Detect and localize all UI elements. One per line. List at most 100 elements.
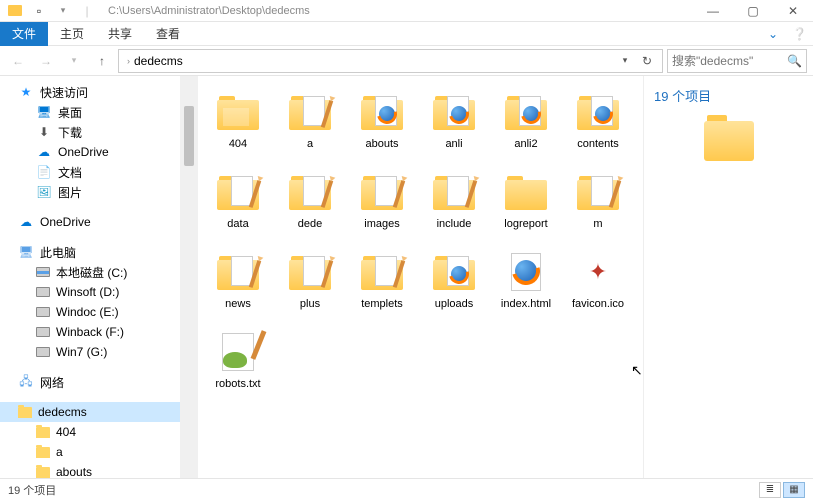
- sidebar-item-label: 404: [56, 425, 76, 439]
- folder-item[interactable]: uploads: [420, 246, 488, 326]
- folder-icon: [36, 467, 50, 478]
- sidebar-this-pc[interactable]: 🖥此电脑: [0, 242, 180, 262]
- sidebar-scrollbar[interactable]: [180, 76, 198, 478]
- folder-item[interactable]: a: [276, 86, 344, 166]
- help-icon[interactable]: ❔: [786, 27, 813, 41]
- drive-icon: [36, 307, 50, 317]
- item-label: contents: [577, 138, 619, 150]
- sidebar-drive-item[interactable]: Winsoft (D:): [0, 282, 180, 302]
- doc-icon: 📄: [36, 164, 52, 180]
- view-details-button[interactable]: ≣: [759, 482, 781, 498]
- folder-item[interactable]: logreport: [492, 166, 560, 246]
- sidebar-quick-item[interactable]: 🖥 桌面: [0, 102, 180, 122]
- chevron-right-icon[interactable]: ›: [127, 56, 130, 66]
- address-bar[interactable]: › dedecms ▾ ↻: [118, 49, 663, 73]
- folder-item[interactable]: dede: [276, 166, 344, 246]
- item-label: news: [225, 298, 251, 310]
- close-button[interactable]: ✕: [773, 0, 813, 22]
- sidebar-item-label: Winsoft (D:): [56, 285, 119, 299]
- content-pane[interactable]: 404 a abouts anli anli2 contents datadede image…: [198, 76, 813, 478]
- folder-item[interactable]: anli2: [492, 86, 560, 166]
- recent-dropdown-icon[interactable]: ▾: [62, 49, 86, 73]
- sidebar-item-label: 桌面: [58, 104, 82, 121]
- sidebar-quick-item[interactable]: ☁OneDrive: [0, 142, 180, 162]
- item-label: templets: [361, 298, 403, 310]
- folder-item[interactable]: contents: [564, 86, 632, 166]
- desk-icon: 🖥: [36, 104, 52, 120]
- refresh-button[interactable]: ↻: [636, 50, 658, 72]
- item-label: anli2: [514, 138, 537, 150]
- sidebar-tree-item[interactable]: 404: [0, 422, 180, 442]
- cloud-icon: ☁: [18, 214, 34, 230]
- item-label: logreport: [504, 218, 547, 230]
- sidebar-tree-root[interactable]: dedecms: [0, 402, 180, 422]
- folder-item[interactable]: m: [564, 166, 632, 246]
- qat-dropdown-icon[interactable]: ▾: [52, 2, 74, 20]
- folder-item[interactable]: news: [204, 246, 272, 326]
- file-item[interactable]: robots.txt: [204, 326, 272, 406]
- sidebar-quick-item[interactable]: ⬇下载: [0, 122, 180, 142]
- forward-button[interactable]: →: [34, 49, 58, 73]
- tab-file[interactable]: 文件: [0, 22, 48, 46]
- title-bar: ▫ ▾ | C:\Users\Administrator\Desktop\ded…: [0, 0, 813, 22]
- folder-icon: [36, 427, 50, 438]
- item-label: favicon.ico: [572, 298, 624, 310]
- breadcrumb-current[interactable]: dedecms: [134, 54, 183, 68]
- search-box[interactable]: 🔍: [667, 49, 807, 73]
- folder-item[interactable]: include: [420, 166, 488, 246]
- sidebar-onedrive[interactable]: ☁OneDrive: [0, 212, 180, 232]
- sidebar-item-label: 快速访问: [40, 84, 88, 101]
- item-label: images: [364, 218, 399, 230]
- drive-icon: [36, 267, 50, 277]
- tab-home[interactable]: 主页: [48, 22, 96, 46]
- folder-item[interactable]: images: [348, 166, 416, 246]
- tab-share[interactable]: 共享: [96, 22, 144, 46]
- sidebar-tree-item[interactable]: a: [0, 442, 180, 462]
- qat-separator: |: [76, 2, 98, 20]
- drive-icon: [36, 327, 50, 337]
- search-icon[interactable]: 🔍: [787, 54, 802, 68]
- folder-item[interactable]: abouts: [348, 86, 416, 166]
- search-input[interactable]: [672, 54, 787, 68]
- ribbon-expand-icon[interactable]: ⌄: [760, 27, 786, 41]
- folder-item[interactable]: plus: [276, 246, 344, 326]
- sidebar-quick-access[interactable]: ★快速访问: [0, 82, 180, 102]
- file-item[interactable]: ✦favicon.ico: [564, 246, 632, 326]
- folder-item[interactable]: data: [204, 166, 272, 246]
- folder-icon[interactable]: [4, 2, 26, 20]
- sidebar-quick-item[interactable]: 🖼图片: [0, 182, 180, 202]
- pc-icon: 🖥: [18, 244, 34, 260]
- drive-icon: [36, 347, 50, 357]
- sidebar-quick-item[interactable]: 📄文档: [0, 162, 180, 182]
- view-icons-button[interactable]: ▦: [783, 482, 805, 498]
- status-text: 19 个项目: [8, 482, 56, 498]
- folder-item[interactable]: anli: [420, 86, 488, 166]
- minimize-button[interactable]: —: [693, 0, 733, 22]
- file-item[interactable]: index.html: [492, 246, 560, 326]
- sidebar-network[interactable]: 🖧网络: [0, 372, 180, 392]
- status-bar: 19 个项目 ≣ ▦: [0, 478, 813, 500]
- sidebar-drive-item[interactable]: Windoc (E:): [0, 302, 180, 322]
- sidebar-drive-item[interactable]: Win7 (G:): [0, 342, 180, 362]
- navigation-pane[interactable]: ★快速访问 🖥桌面⬇下载☁OneDrive📄文档🖼图片 ☁OneDrive 🖥此…: [0, 76, 180, 478]
- navigation-bar: ← → ▾ ↑ › dedecms ▾ ↻ 🔍: [0, 46, 813, 76]
- item-label: anli: [445, 138, 462, 150]
- item-label: a: [307, 138, 313, 150]
- folder-item[interactable]: 404: [204, 86, 272, 166]
- pic-icon: 🖼: [36, 184, 52, 200]
- sidebar-item-label: abouts: [56, 465, 92, 478]
- folder-item[interactable]: templets: [348, 246, 416, 326]
- tab-view[interactable]: 查看: [144, 22, 192, 46]
- window-title-path: C:\Users\Administrator\Desktop\dedecms: [102, 5, 693, 17]
- sidebar-drive-item[interactable]: 本地磁盘 (C:): [0, 262, 180, 282]
- sidebar-tree-item[interactable]: abouts: [0, 462, 180, 478]
- address-dropdown-icon[interactable]: ▾: [614, 50, 636, 72]
- scrollbar-thumb[interactable]: [184, 106, 194, 166]
- maximize-button[interactable]: ▢: [733, 0, 773, 22]
- back-button[interactable]: ←: [6, 49, 30, 73]
- main-area: ★快速访问 🖥桌面⬇下载☁OneDrive📄文档🖼图片 ☁OneDrive 🖥此…: [0, 76, 813, 478]
- properties-icon[interactable]: ▫: [28, 2, 50, 20]
- sidebar-drive-item[interactable]: Winback (F:): [0, 322, 180, 342]
- up-button[interactable]: ↑: [90, 49, 114, 73]
- item-count: 19 个项目: [654, 86, 803, 105]
